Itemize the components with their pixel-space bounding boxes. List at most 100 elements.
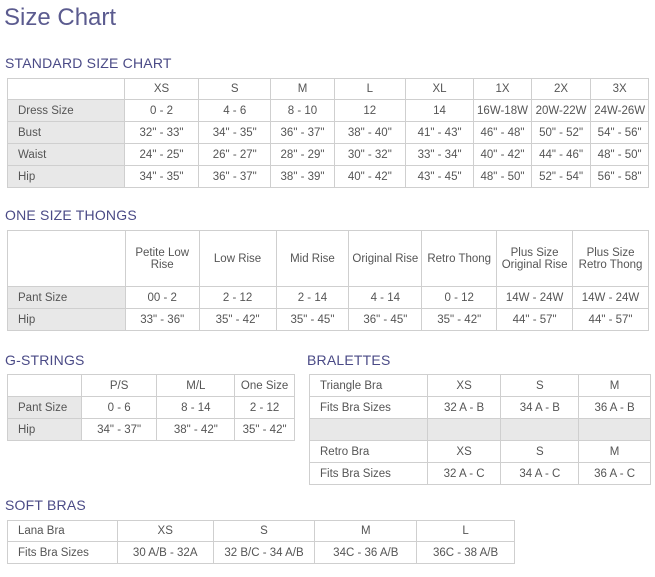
table-cell: 35" - 42" [421,308,498,331]
softbras-heading: SOFT BRAS [5,497,86,513]
thongs-table: Petite Low Rise Low Rise Mid Rise Origin… [7,230,649,331]
row-label: Hip [7,308,126,331]
bralettes-table: Triangle Bra XS S M Fits Bra Sizes 32 A … [309,374,651,485]
table-cell: 16W-18W [473,99,532,122]
table-cell: 32" - 33" [123,121,200,144]
table-cell: 46" - 48" [473,121,532,144]
standard-col-l: L [333,78,406,100]
standard-col-1x: 1X [473,78,532,100]
table-cell: 32 B/C - 34 A/B [212,541,316,564]
retro-bra-label: Retro Bra [309,440,428,463]
table-cell: 36" - 37" [198,165,272,188]
table-cell: 36" - 37" [270,121,335,144]
retro-col-m: M [578,440,651,463]
table-cell: 24W-26W [590,99,649,122]
table-cell: 8 - 10 [270,99,335,122]
table-row: Waist 24" - 25" 26" - 27" 28" - 29" 30" … [7,143,649,166]
standard-col-xs: XS [123,78,200,100]
table-cell: 0 - 12 [421,286,498,309]
thongs-col-mid-rise: Mid Rise [275,230,350,287]
softbras-col-s: S [212,520,316,542]
row-label: Fits Bra Sizes [309,462,428,485]
table-cell: 34 A - C [500,462,580,485]
table-cell: 32 A - C [426,462,502,485]
table-cell: 30 A/B - 32A [116,541,214,564]
table-cell: 43" - 45" [404,165,475,188]
table-cell: 48" - 50" [473,165,532,188]
gstrings-col-one-size: One Size [234,374,295,397]
table-cell: 34" - 37" [80,418,158,441]
table-row: Fits Bra Sizes 32 A - C 34 A - C 36 A - … [309,462,651,485]
softbras-col-xs: XS [116,520,214,542]
table-cell: 14W - 24W [572,286,649,309]
table-cell: 50" - 52" [530,121,592,144]
row-label: Waist [7,143,125,166]
table-row: Hip 34" - 35" 36" - 37" 38" - 39" 40" - … [7,165,649,188]
table-row: Bust 32" - 33" 34" - 35" 36" - 37" 38" -… [7,121,649,144]
table-row: Dress Size 0 - 2 4 - 6 8 - 10 12 14 16W-… [7,99,649,122]
thongs-col-plus-retro-thong: Plus Size Retro Thong [572,230,649,287]
table-cell: 14W - 24W [496,286,574,309]
table-row: Pant Size 0 - 6 8 - 14 2 - 12 [7,396,295,419]
table-cell: 36 A - B [578,396,651,419]
softbras-col-l: L [416,520,515,542]
standard-col-3x: 3X [590,78,649,100]
spacer-cell [309,418,428,441]
table-row: Fits Bra Sizes 30 A/B - 32A 32 B/C - 34 … [7,541,515,564]
triangle-col-m: M [578,374,651,397]
table-cell: 44" - 57" [496,308,574,331]
table-cell: 54" - 56" [590,121,649,144]
standard-col-2x: 2X [530,78,592,100]
gstrings-heading: G-STRINGS [5,352,85,368]
thongs-col-original-rise: Original Rise [348,230,423,287]
triangle-col-s: S [500,374,580,397]
table-cell: 40" - 42" [333,165,406,188]
softbras-col-m: M [314,520,418,542]
table-cell: 36" - 45" [348,308,423,331]
standard-header-blank [7,78,125,100]
table-cell: 0 - 2 [123,99,200,122]
table-cell: 8 - 14 [156,396,236,419]
table-cell: 0 - 6 [80,396,158,419]
row-label: Dress Size [7,99,125,122]
retro-col-s: S [500,440,580,463]
spacer-cell [500,418,580,441]
table-cell: 38" - 42" [156,418,236,441]
standard-col-s: S [198,78,272,100]
table-cell: 34" - 35" [198,121,272,144]
triangle-col-xs: XS [426,374,502,397]
table-cell: 38" - 39" [270,165,335,188]
table-cell: 33" - 34" [404,143,475,166]
table-cell: 30" - 32" [333,143,406,166]
table-row: Hip 34" - 37" 38" - 42" 35" - 42" [7,418,295,441]
table-row: Pant Size 00 - 2 2 - 12 2 - 14 4 - 14 0 … [7,286,649,309]
table-cell: 44" - 57" [572,308,649,331]
lana-bra-label: Lana Bra [7,520,118,542]
table-cell: 35" - 42" [198,308,277,331]
table-cell: 4 - 6 [198,99,272,122]
table-cell: 56" - 58" [590,165,649,188]
thongs-col-plus-original-rise: Plus Size Original Rise [496,230,574,287]
row-label: Hip [7,418,82,441]
standard-size-table: XS S M L XL 1X 2X 3X Dress Size 0 - 2 4 … [7,78,649,188]
standard-size-heading: STANDARD SIZE CHART [5,55,172,71]
gstrings-header-blank [7,374,82,397]
table-cell: 26" - 27" [198,143,272,166]
spacer-cell [578,418,651,441]
table-cell: 32 A - B [426,396,502,419]
gstrings-table: P/S M/L One Size Pant Size 0 - 6 8 - 14 … [7,374,295,441]
triangle-bra-label: Triangle Bra [309,374,428,397]
retro-col-xs: XS [426,440,502,463]
table-row: Fits Bra Sizes 32 A - B 34 A - B 36 A - … [309,396,651,419]
table-cell: 24" - 25" [123,143,200,166]
row-label: Pant Size [7,396,82,419]
row-label: Bust [7,121,125,144]
table-cell: 35" - 42" [234,418,295,441]
row-label: Fits Bra Sizes [7,541,118,564]
table-cell: 34 A - B [500,396,580,419]
table-cell: 38" - 40" [333,121,406,144]
table-cell: 14 [404,99,475,122]
table-row: Hip 33" - 36" 35" - 42" 35" - 45" 36" - … [7,308,649,331]
table-cell: 2 - 14 [275,286,350,309]
table-cell: 28" - 29" [270,143,335,166]
